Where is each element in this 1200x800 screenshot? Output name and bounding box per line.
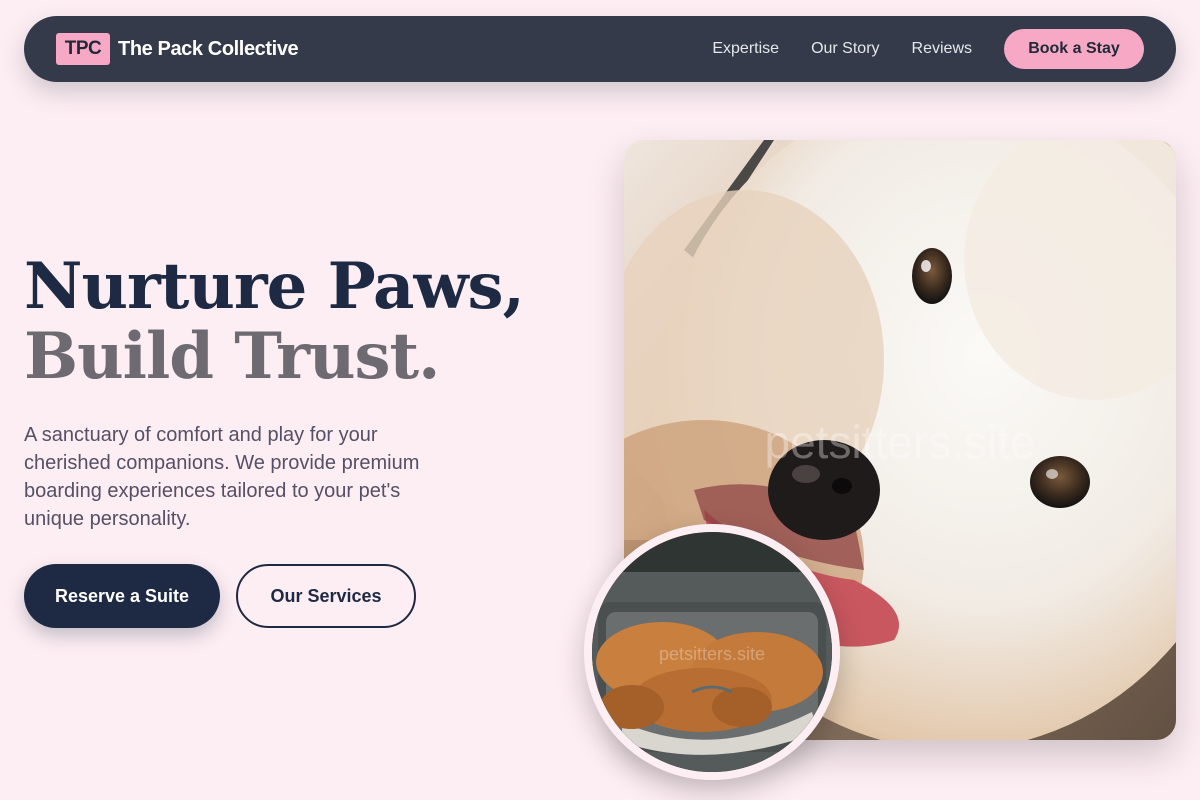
book-stay-button[interactable]: Book a Stay xyxy=(1004,29,1144,69)
image-watermark: petsitters.site xyxy=(765,416,1036,468)
nav-link-reviews[interactable]: Reviews xyxy=(912,40,972,58)
inset-watermark: petsitters.site xyxy=(659,644,765,664)
hero-subtitle: A sanctuary of comfort and play for your… xyxy=(24,424,420,530)
brand-logo[interactable]: TPC The Pack Collective xyxy=(56,33,299,65)
brand-name: The Pack Collective xyxy=(118,37,299,60)
reserve-suite-button[interactable]: Reserve a Suite xyxy=(24,564,220,628)
hero-title-line2: Build Trust. xyxy=(24,319,440,394)
hero-title-line1: Nurture Paws, xyxy=(24,249,525,324)
logo-badge: TPC xyxy=(56,33,110,65)
nav-link-our-story[interactable]: Our Story xyxy=(811,40,879,58)
page: TPC The Pack Collective Expertise Our St… xyxy=(0,0,1200,800)
our-services-button[interactable]: Our Services xyxy=(236,564,416,628)
sleeping-dogs-illustration: petsitters.site xyxy=(592,532,832,772)
top-navbar: TPC The Pack Collective Expertise Our St… xyxy=(24,16,1176,82)
sleeping-dogs-photo: petsitters.site xyxy=(584,524,840,780)
nav-link-expertise[interactable]: Expertise xyxy=(712,40,779,58)
hero-title: Nurture Paws, Build Trust. xyxy=(24,252,584,392)
nav-links: Expertise Our Story Reviews Book a Stay xyxy=(712,29,1144,69)
